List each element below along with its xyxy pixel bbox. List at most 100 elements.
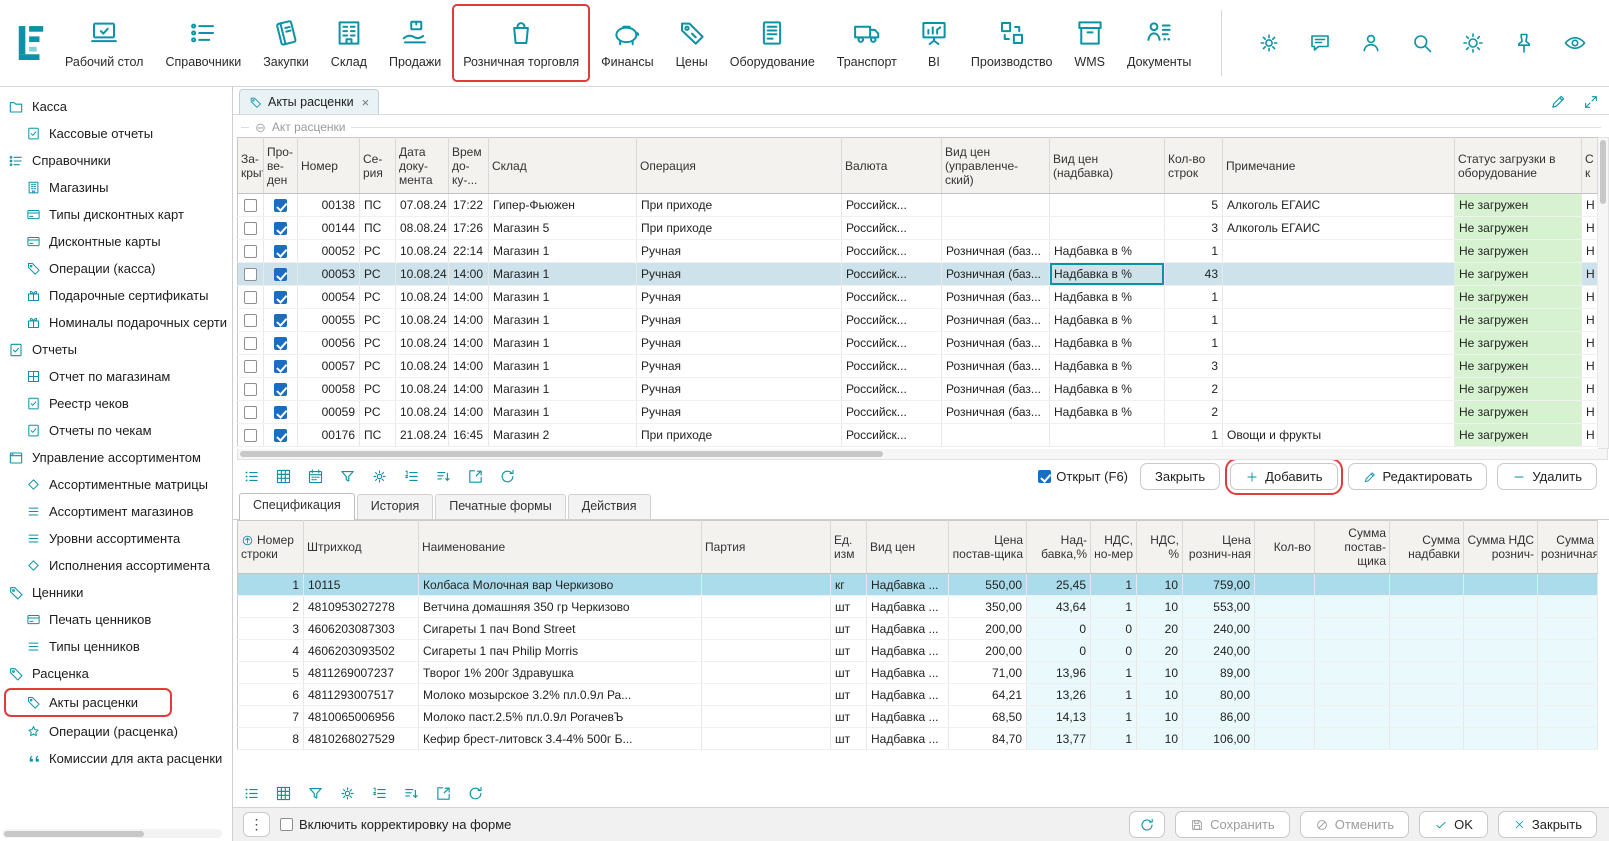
main-cell-series[interactable]: ПС: [360, 217, 396, 240]
detail-cell-retail_price[interactable]: 240,00: [1183, 640, 1255, 662]
detail-cell-unit[interactable]: шт: [831, 728, 867, 750]
main-cell-number[interactable]: 00057: [298, 355, 360, 378]
detail-cell-line[interactable]: 1: [238, 574, 304, 596]
sidebar-group-rascenka[interactable]: Расценка: [0, 660, 232, 687]
main-cell-number[interactable]: 00055: [298, 309, 360, 332]
gear-icon[interactable]: [371, 468, 388, 485]
detail-column-sum_markup[interactable]: Сумма надбавки: [1390, 521, 1464, 574]
main-cell-price_markup[interactable]: Надбавка в %: [1050, 332, 1165, 355]
sidebar-item-ispolneniya-assortimenta[interactable]: Исполнения ассортимента: [0, 552, 232, 579]
sidebar-group-kassa[interactable]: Касса: [0, 93, 232, 120]
main-cell-note[interactable]: [1223, 332, 1455, 355]
detail-cell-sum_markup[interactable]: [1390, 596, 1464, 618]
detail-cell-supplier_price[interactable]: 200,00: [949, 640, 1027, 662]
main-cell-price_markup[interactable]: Надбавка в %: [1050, 240, 1165, 263]
detail-cell-qty[interactable]: [1255, 728, 1315, 750]
main-cell-time[interactable]: 17:26: [449, 217, 489, 240]
topbar-item-sales[interactable]: Продажи: [378, 4, 452, 82]
detail-cell-qty[interactable]: [1255, 640, 1315, 662]
main-table-row[interactable]: 00055РС10.08.2414:00Магазин 1РучнаяРосси…: [238, 309, 1598, 332]
sidebar-item-pechat-cennikov[interactable]: Печать ценников: [0, 606, 232, 633]
closed-checkbox[interactable]: [244, 314, 257, 327]
main-cell-price_markup[interactable]: [1050, 194, 1165, 217]
detail-cell-name[interactable]: Ветчина домашняя 350 гр Черкизово: [419, 596, 702, 618]
main-cell-note[interactable]: [1223, 378, 1455, 401]
main-column-status[interactable]: Статус загрузки в оборудование: [1455, 138, 1582, 194]
kebab-menu-button[interactable]: ⋮: [243, 812, 270, 837]
main-cell-lines[interactable]: 1: [1165, 286, 1223, 309]
main-cell-operation[interactable]: Ручная: [637, 355, 842, 378]
detail-cell-price_type[interactable]: Надбавка ...: [867, 618, 949, 640]
main-cell-operation[interactable]: Ручная: [637, 263, 842, 286]
main-column-lines[interactable]: Кол-во строк: [1165, 138, 1223, 194]
detail-cell-retail_price[interactable]: 89,00: [1183, 662, 1255, 684]
table-icon[interactable]: [275, 785, 292, 802]
sidebar-item-komissii-dlya-akta[interactable]: Комиссии для акта расценки: [0, 745, 232, 772]
ok-button[interactable]: OK: [1419, 811, 1488, 838]
scrollbar-thumb[interactable]: [4, 831, 144, 837]
cancel-button[interactable]: Отменить: [1300, 811, 1409, 838]
main-cell-date[interactable]: 08.08.24: [396, 217, 449, 240]
main-cell-currency[interactable]: Российск...: [842, 378, 942, 401]
detail-cell-barcode[interactable]: 4810065006956: [304, 706, 419, 728]
main-cell-extra[interactable]: Н: [1582, 240, 1598, 263]
detail-cell-retail_price[interactable]: 86,00: [1183, 706, 1255, 728]
detail-cell-sum_retail[interactable]: [1538, 574, 1598, 596]
tab-istoriya[interactable]: История: [357, 494, 433, 519]
detail-cell-vat_pct[interactable]: 10: [1137, 706, 1183, 728]
closed-checkbox[interactable]: [244, 245, 257, 258]
main-cell-warehouse[interactable]: Магазин 1: [489, 355, 637, 378]
main-cell-currency[interactable]: Российск...: [842, 332, 942, 355]
detail-cell-barcode[interactable]: 4606203093502: [304, 640, 419, 662]
main-cell-warehouse[interactable]: Магазин 1: [489, 240, 637, 263]
main-cell-date[interactable]: 10.08.24: [396, 263, 449, 286]
main-cell-series[interactable]: РС: [360, 378, 396, 401]
save-button[interactable]: Сохранить: [1175, 811, 1290, 838]
table-icon[interactable]: [275, 468, 292, 485]
main-table-row[interactable]: 00054РС10.08.2414:00Магазин 1РучнаяРосси…: [238, 286, 1598, 309]
detail-cell-price_type[interactable]: Надбавка ...: [867, 728, 949, 750]
main-cell-time[interactable]: 14:00: [449, 401, 489, 424]
main-cell-status[interactable]: Не загружен: [1455, 263, 1582, 286]
refresh-icon[interactable]: [467, 785, 484, 802]
add-button[interactable]: Добавить: [1230, 463, 1337, 490]
detail-cell-vat_pct[interactable]: 20: [1137, 640, 1183, 662]
main-table-row[interactable]: 00052РС10.08.2422:14Магазин 1РучнаяРосси…: [238, 240, 1598, 263]
detail-cell-sum_markup[interactable]: [1390, 640, 1464, 662]
close-record-button[interactable]: Закрыть: [1140, 463, 1220, 490]
detail-cell-batch[interactable]: [702, 684, 831, 706]
detail-cell-vat_pct[interactable]: 10: [1137, 574, 1183, 596]
main-cell-series[interactable]: РС: [360, 240, 396, 263]
main-cell-series[interactable]: ПС: [360, 194, 396, 217]
detail-cell-name[interactable]: Молоко мозырское 3.2% пл.0.9л Ра...: [419, 684, 702, 706]
detail-cell-unit[interactable]: шт: [831, 640, 867, 662]
main-cell-currency[interactable]: Российск...: [842, 194, 942, 217]
main-cell-warehouse[interactable]: Магазин 1: [489, 309, 637, 332]
detail-cell-qty[interactable]: [1255, 596, 1315, 618]
tab-pechatnye-formy[interactable]: Печатные формы: [435, 494, 566, 519]
detail-cell-price_type[interactable]: Надбавка ...: [867, 684, 949, 706]
sidebar-item-operacii-rascenka[interactable]: Операции (расценка): [0, 718, 232, 745]
main-cell-price_markup[interactable]: Надбавка в %: [1050, 355, 1165, 378]
detail-cell-supplier_price[interactable]: 550,00: [949, 574, 1027, 596]
posted-checkbox[interactable]: [274, 222, 287, 235]
main-cell-price_mgmt[interactable]: [942, 424, 1050, 447]
detail-cell-name[interactable]: Молоко паст.2.5% пл.0.9л РогачевЪ: [419, 706, 702, 728]
detail-cell-sum_vat[interactable]: [1464, 640, 1538, 662]
edit-form-icon[interactable]: [1550, 93, 1567, 110]
sidebar-item-otchet-po-magazinam[interactable]: Отчет по магазинам: [0, 363, 232, 390]
detail-cell-sum_supplier[interactable]: [1315, 574, 1390, 596]
detail-cell-name[interactable]: Кефир брест-литовск 3.4-4% 500г Б...: [419, 728, 702, 750]
main-column-warehouse[interactable]: Склад: [489, 138, 637, 194]
detail-cell-batch[interactable]: [702, 706, 831, 728]
detail-cell-line[interactable]: 7: [238, 706, 304, 728]
tab-akty-rascenki[interactable]: Акты расценки ×: [239, 89, 379, 114]
main-cell-currency[interactable]: Российск...: [842, 401, 942, 424]
posted-checkbox[interactable]: [274, 314, 287, 327]
tab-specifikaciya[interactable]: Спецификация: [239, 493, 355, 520]
sun-icon[interactable]: [1461, 31, 1485, 55]
main-cell-extra[interactable]: Н: [1582, 355, 1598, 378]
detail-cell-sum_vat[interactable]: [1464, 728, 1538, 750]
detail-cell-sum_supplier[interactable]: [1315, 684, 1390, 706]
main-cell-extra[interactable]: Н: [1582, 401, 1598, 424]
